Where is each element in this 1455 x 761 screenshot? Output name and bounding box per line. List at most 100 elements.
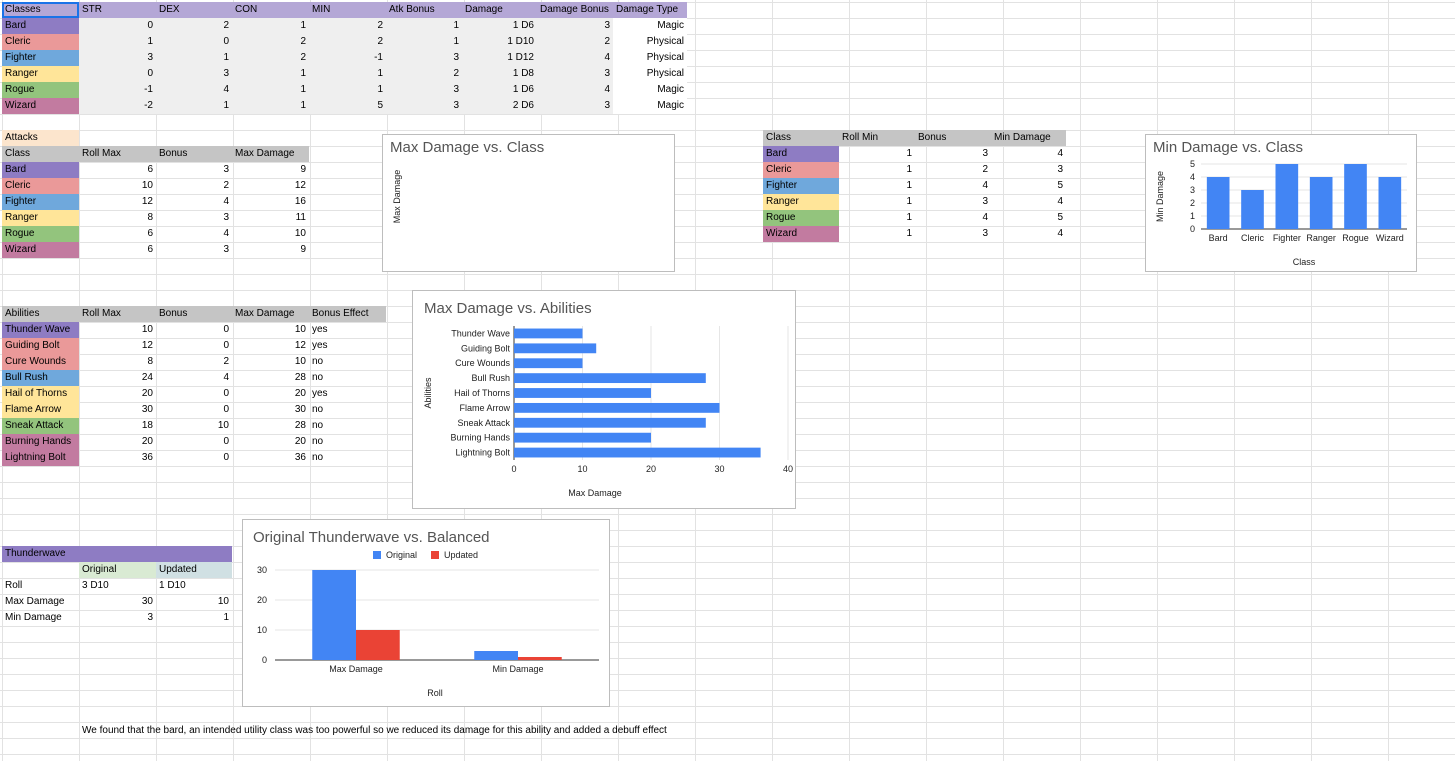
class-name-cell[interactable]: Ranger [763, 194, 839, 210]
value-cell[interactable]: Physical [613, 66, 687, 82]
header-cell[interactable]: Max Damage [232, 306, 309, 322]
value-cell[interactable]: 1 D6 [462, 18, 537, 34]
value-cell[interactable]: 6 [79, 242, 156, 258]
value-cell[interactable]: 8 [79, 210, 156, 226]
value-cell[interactable]: 1 [839, 146, 915, 162]
value-cell[interactable]: 3 [79, 610, 156, 626]
value-cell[interactable]: 0 [156, 434, 232, 450]
value-cell[interactable]: 10 [79, 322, 156, 338]
class-name-cell[interactable]: Wizard [763, 226, 839, 242]
header-cell[interactable]: Max Damage [232, 146, 309, 162]
value-cell[interactable]: 3 [537, 98, 613, 114]
header-cell[interactable]: Damage [462, 2, 537, 18]
value-cell[interactable]: 1 D12 [462, 50, 537, 66]
header-cell[interactable]: Bonus [915, 130, 991, 146]
value-cell[interactable]: 1 [156, 50, 232, 66]
value-cell[interactable]: 28 [232, 418, 309, 434]
value-cell[interactable]: no [309, 418, 386, 434]
class-name-cell[interactable]: Fighter [2, 50, 79, 66]
value-cell[interactable]: 1 [309, 66, 386, 82]
value-cell[interactable]: 0 [156, 338, 232, 354]
class-name-cell[interactable]: Rogue [2, 226, 79, 242]
value-cell[interactable]: Magic [613, 98, 687, 114]
value-cell[interactable]: 4 [991, 194, 1066, 210]
header-fill-cell[interactable] [79, 546, 156, 562]
value-cell[interactable]: 2 [156, 354, 232, 370]
max-damage-class-chart[interactable]: Max Damage vs. Class05101520BardClericFi… [382, 134, 675, 272]
value-cell[interactable]: 2 [156, 178, 232, 194]
value-cell[interactable]: 1 [386, 18, 462, 34]
value-cell[interactable]: 10 [232, 226, 309, 242]
class-name-cell[interactable]: Cleric [2, 178, 79, 194]
value-cell[interactable]: 0 [156, 34, 232, 50]
value-cell[interactable]: 4 [156, 226, 232, 242]
class-name-cell[interactable]: Bard [2, 18, 79, 34]
min-damage-class-chart[interactable]: Min Damage vs. Class 0 1 2 3 4 5 Bard Cleric Figh… [1145, 134, 1417, 272]
value-cell[interactable]: 4 [537, 82, 613, 98]
value-cell[interactable]: 1 D10 [156, 578, 232, 594]
value-cell[interactable]: 3 [915, 146, 991, 162]
max-damage-abilities-chart[interactable]: Max Damage vs. Abilities 0 10 20 30 40 Thunder… [412, 290, 796, 509]
value-cell[interactable]: 4 [537, 50, 613, 66]
header-cell[interactable]: Damage Bonus [537, 2, 613, 18]
value-cell[interactable]: -1 [309, 50, 386, 66]
value-cell[interactable]: 3 [386, 82, 462, 98]
value-cell[interactable]: 6 [79, 162, 156, 178]
value-cell[interactable]: 4 [991, 226, 1066, 242]
value-cell[interactable]: 12 [79, 338, 156, 354]
value-cell[interactable]: 3 [156, 242, 232, 258]
value-cell[interactable]: 1 [232, 82, 309, 98]
value-cell[interactable]: 3 [386, 50, 462, 66]
class-name-cell[interactable]: Bard [2, 162, 79, 178]
value-cell[interactable]: 16 [232, 194, 309, 210]
value-cell[interactable]: 12 [232, 178, 309, 194]
value-cell[interactable]: 1 [309, 82, 386, 98]
value-cell[interactable]: 1 [839, 178, 915, 194]
class-name-cell[interactable]: Bard [763, 146, 839, 162]
value-cell[interactable]: 36 [232, 450, 309, 466]
header-cell[interactable]: Damage Type [613, 2, 687, 18]
value-cell[interactable]: no [309, 370, 386, 386]
header-cell[interactable]: Roll Max [79, 306, 156, 322]
header-cell[interactable]: MIN [309, 2, 386, 18]
row-label-cell[interactable]: Min Damage [2, 610, 79, 626]
value-cell[interactable]: no [309, 450, 386, 466]
header-fill-cell[interactable] [156, 546, 232, 562]
value-cell[interactable]: 1 [79, 34, 156, 50]
header-cell[interactable]: Class [763, 130, 839, 146]
value-cell[interactable]: 3 [79, 50, 156, 66]
row-label-cell[interactable]: Roll [2, 578, 79, 594]
value-cell[interactable]: yes [309, 338, 386, 354]
value-cell[interactable]: no [309, 434, 386, 450]
value-cell[interactable]: 1 [839, 194, 915, 210]
value-cell[interactable]: 20 [79, 386, 156, 402]
value-cell[interactable]: 3 D10 [79, 578, 156, 594]
class-name-cell[interactable]: Rogue [763, 210, 839, 226]
value-cell[interactable]: 4 [156, 370, 232, 386]
value-cell[interactable]: 0 [79, 66, 156, 82]
ability-name-cell[interactable]: Guiding Bolt [2, 338, 79, 354]
value-cell[interactable]: 28 [232, 370, 309, 386]
header-cell[interactable]: Bonus [156, 306, 232, 322]
value-cell[interactable]: 10 [79, 178, 156, 194]
class-name-cell[interactable]: Wizard [2, 242, 79, 258]
value-cell[interactable]: 3 [915, 226, 991, 242]
value-cell[interactable]: 3 [537, 66, 613, 82]
value-cell[interactable]: 1 D10 [462, 34, 537, 50]
header-cell[interactable]: Abilities [2, 306, 79, 322]
value-cell[interactable]: 1 [156, 98, 232, 114]
value-cell[interactable]: 2 [309, 18, 386, 34]
value-cell[interactable]: 5 [991, 210, 1066, 226]
value-cell[interactable]: 5 [991, 178, 1066, 194]
value-cell[interactable]: 24 [79, 370, 156, 386]
header-cell[interactable]: CON [232, 2, 309, 18]
value-cell[interactable]: Magic [613, 18, 687, 34]
value-cell[interactable]: 30 [232, 402, 309, 418]
value-cell[interactable]: 2 [232, 50, 309, 66]
value-cell[interactable]: 1 [232, 98, 309, 114]
value-cell[interactable]: 36 [79, 450, 156, 466]
header-cell[interactable]: STR [79, 2, 156, 18]
value-cell[interactable]: 3 [156, 210, 232, 226]
value-cell[interactable]: 3 [991, 162, 1066, 178]
value-cell[interactable]: 18 [79, 418, 156, 434]
